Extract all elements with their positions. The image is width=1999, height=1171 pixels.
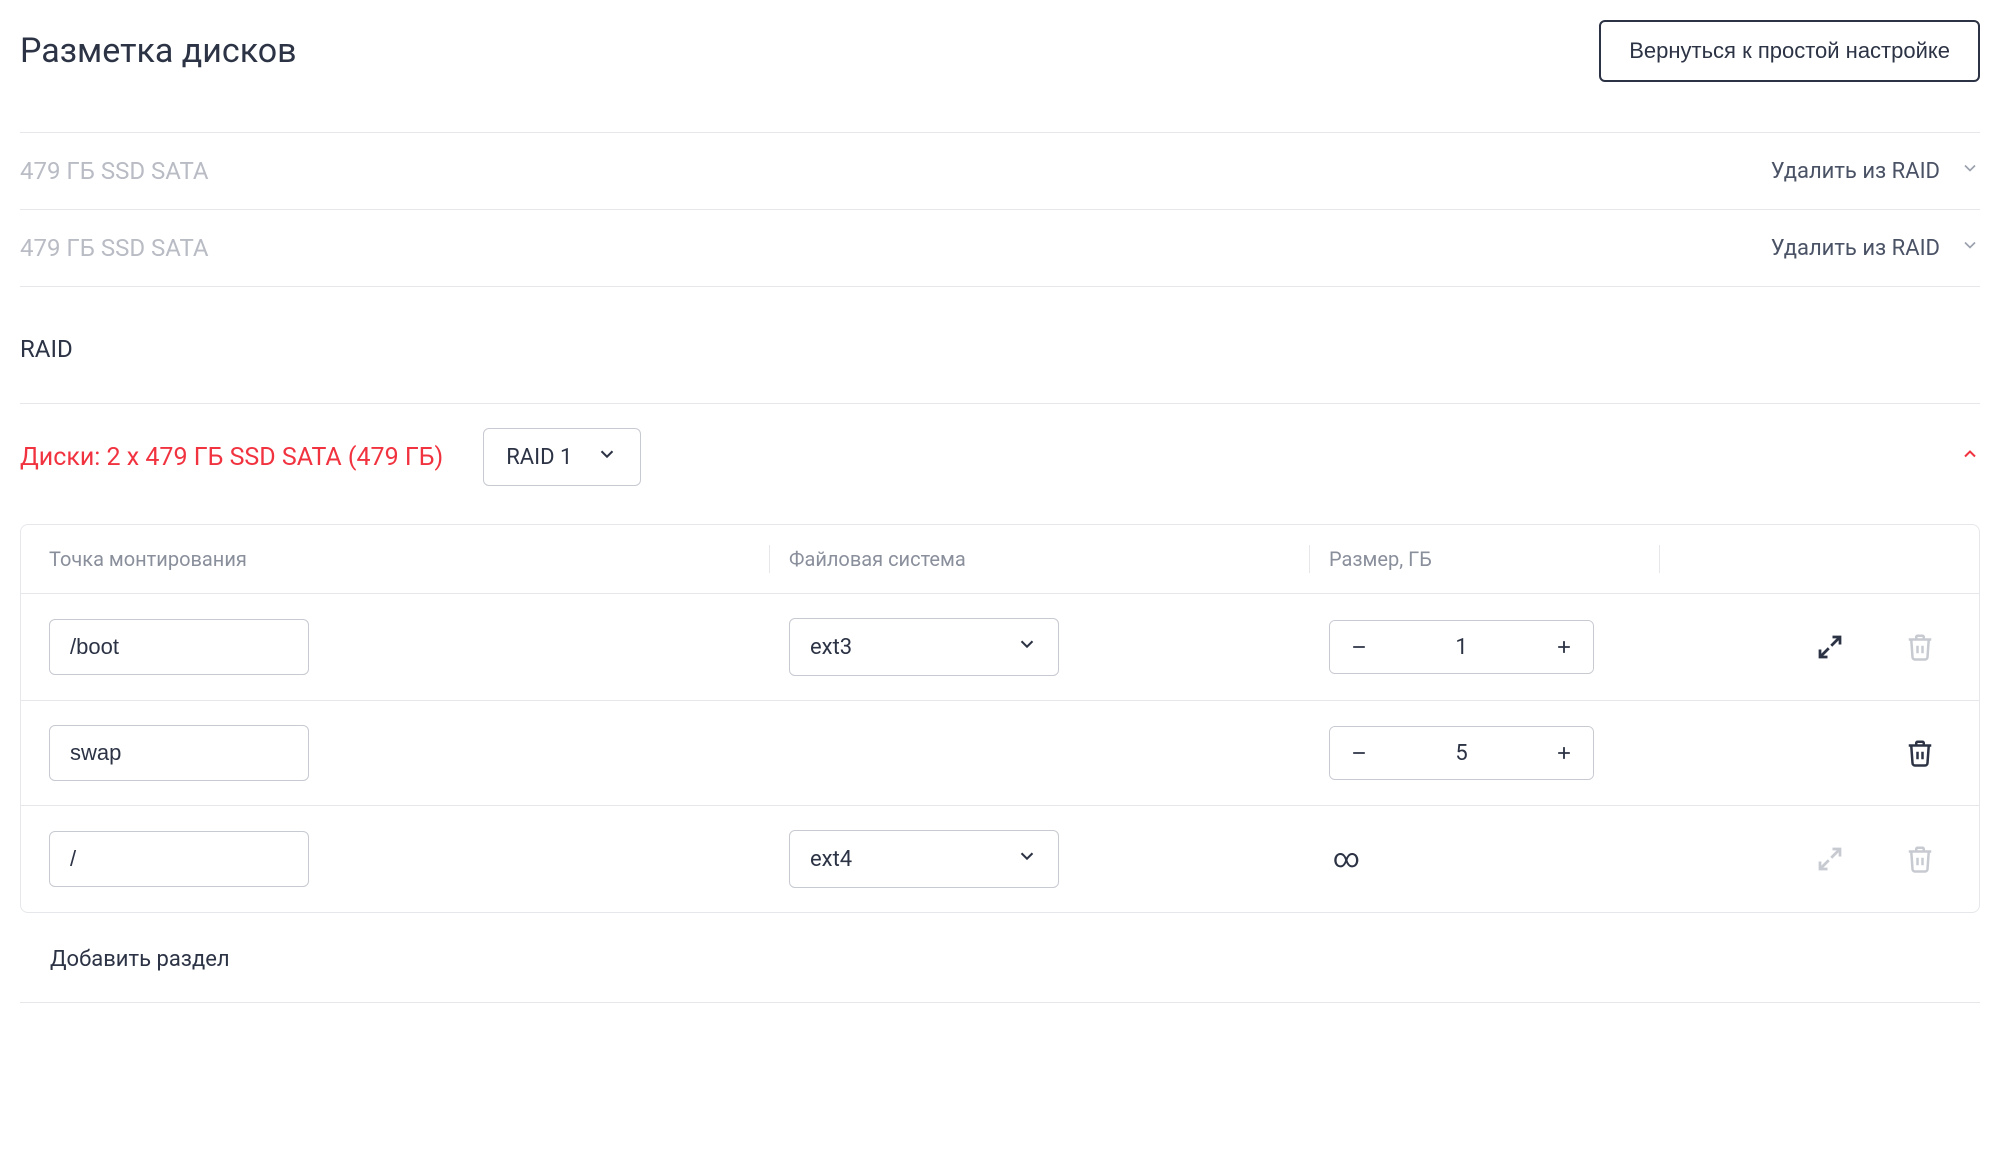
col-fs: Файловая система — [789, 547, 1329, 571]
remove-from-raid-button[interactable]: Удалить из RAID — [1771, 236, 1940, 261]
delete-icon — [1905, 632, 1935, 662]
disk-name: 479 ГБ SSD SATA — [20, 157, 209, 185]
disk-row[interactable]: 479 ГБ SSD SATA Удалить из RAID — [20, 132, 1980, 209]
increment-button[interactable] — [1535, 727, 1593, 779]
delete-icon[interactable] — [1905, 738, 1935, 768]
raid-level-value: RAID 1 — [506, 445, 572, 470]
size-value: 1 — [1388, 635, 1535, 660]
decrement-button[interactable] — [1330, 727, 1388, 779]
chevron-down-icon — [1016, 845, 1038, 873]
remove-from-raid-button[interactable]: Удалить из RAID — [1771, 159, 1940, 184]
partition-row: ext4 ∞ — [21, 805, 1979, 912]
size-value: 5 — [1388, 741, 1535, 766]
chevron-down-icon — [1960, 158, 1980, 184]
col-mount: Точка монтирования — [49, 547, 789, 571]
partitions-table: Точка монтирования Файловая система Разм… — [20, 524, 1980, 913]
filesystem-select[interactable]: ext4 — [789, 830, 1059, 888]
filesystem-value: ext3 — [810, 635, 852, 660]
page-title: Разметка дисков — [20, 31, 297, 71]
chevron-down-icon — [1960, 235, 1980, 261]
disk-name: 479 ГБ SSD SATA — [20, 234, 209, 262]
size-infinity: ∞ — [1329, 844, 1360, 874]
raid-level-select[interactable]: RAID 1 — [483, 428, 641, 486]
filesystem-select[interactable]: ext3 — [789, 618, 1059, 676]
decrement-button[interactable] — [1330, 621, 1388, 673]
mount-point-input[interactable] — [49, 619, 309, 675]
delete-icon — [1905, 844, 1935, 874]
size-stepper: 5 — [1329, 726, 1594, 780]
add-partition-button[interactable]: Добавить раздел — [50, 947, 230, 972]
partition-row: 5 — [21, 700, 1979, 805]
expand-icon — [1815, 844, 1845, 874]
collapse-raid-icon[interactable] — [1960, 444, 1980, 470]
size-stepper: 1 — [1329, 620, 1594, 674]
back-to-simple-button[interactable]: Вернуться к простой настройке — [1599, 20, 1980, 82]
disk-row[interactable]: 479 ГБ SSD SATA Удалить из RAID — [20, 209, 1980, 287]
filesystem-value: ext4 — [810, 847, 852, 872]
mount-point-input[interactable] — [49, 725, 309, 781]
raid-disks-summary: Диски: 2 x 479 ГБ SSD SATA (479 ГБ) — [20, 443, 443, 472]
partition-row: ext3 1 — [21, 593, 1979, 700]
raid-section-label: RAID — [20, 335, 1980, 363]
increment-button[interactable] — [1535, 621, 1593, 673]
col-size: Размер, ГБ — [1329, 547, 1679, 571]
expand-icon[interactable] — [1815, 632, 1845, 662]
chevron-down-icon — [1016, 633, 1038, 661]
chevron-down-icon — [596, 443, 618, 471]
mount-point-input[interactable] — [49, 831, 309, 887]
